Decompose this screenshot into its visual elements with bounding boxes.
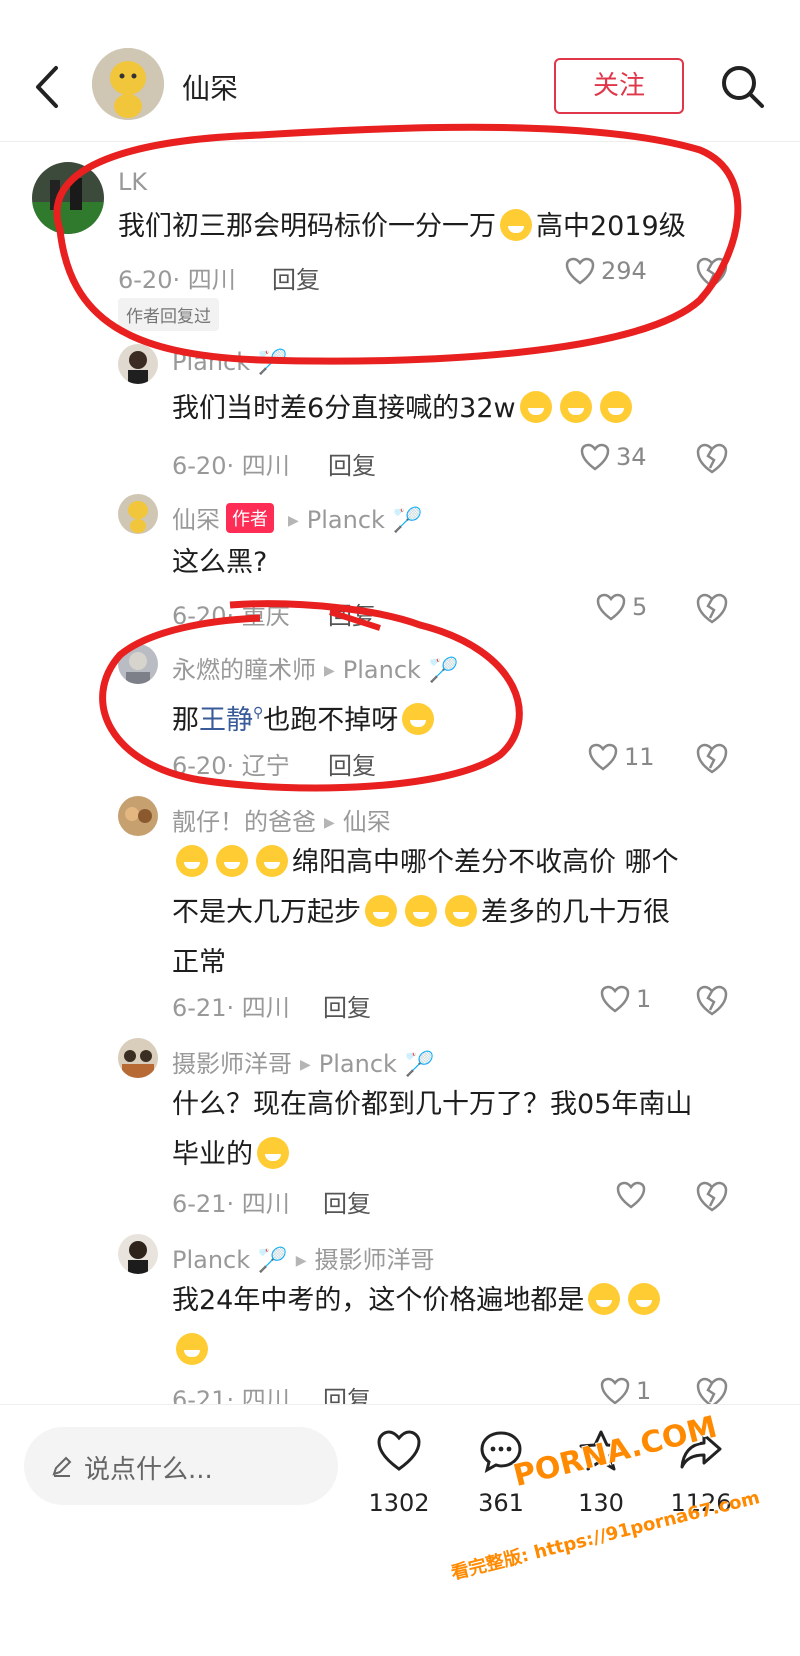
commenter-avatar[interactable] bbox=[118, 494, 158, 534]
search-icon[interactable] bbox=[718, 62, 768, 112]
commenter-avatar[interactable] bbox=[118, 344, 158, 384]
reply-button[interactable]: 回复 bbox=[323, 988, 371, 1023]
like-button[interactable]: 1 bbox=[600, 1376, 651, 1405]
laughing-crying-emoji-icon bbox=[365, 895, 397, 927]
comment-text: 我们当时差6分直接喊的32w bbox=[172, 384, 752, 434]
commenter-name[interactable]: 永燃的瞳术师 ▶ Planck 🏸 bbox=[172, 650, 458, 685]
heart-icon bbox=[580, 443, 610, 471]
commenter-name[interactable]: 靓仔！的爸爸 ▶ 仙罙 bbox=[172, 802, 391, 837]
comment-text: 那王静⚲也跑不掉呀 bbox=[172, 688, 752, 746]
grimacing-sweat-emoji-icon bbox=[599, 391, 632, 423]
commenter-avatar[interactable] bbox=[118, 1038, 158, 1078]
search-small-icon: ⚲ bbox=[253, 705, 264, 721]
badminton-racket-icon: 🏸 bbox=[257, 348, 288, 376]
heart-icon bbox=[596, 593, 626, 621]
commenter-name[interactable]: 摄影师洋哥 ▶ Planck 🏸 bbox=[172, 1044, 434, 1079]
commenter-name[interactable]: 仙罙 作者 ▶ Planck 🏸 bbox=[172, 500, 422, 535]
reply-arrow-icon: ▶ bbox=[295, 1253, 307, 1269]
pencil-icon bbox=[52, 1456, 72, 1477]
heart-icon bbox=[588, 743, 618, 771]
comment-input[interactable]: 说点什么... bbox=[24, 1427, 338, 1505]
comment-text: 这么黑? bbox=[172, 547, 268, 578]
comment-input-placeholder: 说点什么... bbox=[84, 1455, 213, 1485]
grimacing-sweat-emoji-icon bbox=[588, 1283, 621, 1315]
commenter-name[interactable]: Planck 🏸 bbox=[172, 348, 288, 376]
commenter-avatar[interactable] bbox=[118, 644, 158, 684]
like-count: 1302 bbox=[368, 1489, 430, 1517]
like-button[interactable]: 294 bbox=[565, 256, 647, 285]
dislike-icon[interactable] bbox=[695, 984, 729, 1018]
commenter-avatar[interactable] bbox=[118, 1234, 158, 1274]
heart-icon bbox=[377, 1430, 421, 1471]
laughing-crying-emoji-icon bbox=[216, 845, 248, 877]
comment-text: 我24年中考的，这个价格遍地都是 bbox=[172, 1276, 732, 1376]
dislike-icon[interactable] bbox=[695, 742, 729, 776]
heart-icon bbox=[600, 985, 630, 1013]
reply-button[interactable]: 回复 bbox=[328, 746, 376, 781]
top-bar: 仙罙 关注 bbox=[0, 0, 800, 142]
author-avatar[interactable] bbox=[92, 48, 164, 120]
grimacing-sweat-emoji-icon bbox=[176, 1333, 208, 1365]
grimacing-sweat-emoji-icon bbox=[519, 391, 552, 423]
author-tag: 作者 bbox=[226, 503, 274, 533]
reply-button[interactable]: 回复 bbox=[328, 446, 376, 481]
heart-icon bbox=[600, 1377, 630, 1405]
comment-meta: 6-20· 四川 bbox=[118, 266, 236, 294]
search-link[interactable]: 王静 bbox=[199, 705, 253, 736]
dizzy-face-emoji-icon bbox=[402, 703, 435, 735]
like-button[interactable]: 11 bbox=[588, 742, 655, 771]
laughing-crying-emoji-icon bbox=[176, 845, 208, 877]
badminton-racket-icon: 🏸 bbox=[257, 1246, 288, 1274]
dislike-icon[interactable] bbox=[695, 1180, 729, 1214]
comment-text: 绵阳高中哪个差分不收高价 哪个 不是大几万起步 差多的几十万很 正常 bbox=[172, 845, 679, 978]
grimacing-sweat-emoji-icon bbox=[257, 1137, 289, 1169]
like-button[interactable]: 34 bbox=[580, 442, 647, 471]
comment-count: 361 bbox=[478, 1489, 524, 1517]
comment-meta: 6-21· 四川 bbox=[172, 994, 290, 1022]
laughing-crying-emoji-icon bbox=[445, 895, 477, 927]
like-post-button[interactable]: 1302 bbox=[354, 1425, 444, 1525]
heart-icon bbox=[565, 257, 595, 285]
author-replied-badge: 作者回复过 bbox=[118, 298, 219, 331]
back-arrow-icon[interactable] bbox=[30, 62, 64, 112]
grimacing-sweat-emoji-icon bbox=[559, 391, 592, 423]
heart-icon bbox=[616, 1181, 646, 1209]
comment-meta: 6-20· 辽宁 bbox=[172, 752, 290, 780]
commenter-avatar[interactable] bbox=[32, 162, 104, 234]
comment-meta: 6-20· 四川 bbox=[172, 452, 290, 480]
reply-button[interactable]: 回复 bbox=[272, 260, 320, 295]
commenter-name[interactable]: LK bbox=[118, 168, 147, 196]
badminton-racket-icon: 🏸 bbox=[428, 656, 459, 684]
dislike-icon[interactable] bbox=[695, 442, 729, 476]
grimacing-sweat-emoji-icon bbox=[628, 1283, 661, 1315]
laughing-crying-emoji-icon bbox=[256, 845, 288, 877]
follow-button[interactable]: 关注 bbox=[554, 58, 684, 114]
reply-arrow-icon: ▶ bbox=[300, 1057, 311, 1073]
laughing-crying-emoji-icon bbox=[500, 209, 532, 241]
author-name[interactable]: 仙罙 bbox=[182, 67, 238, 107]
badminton-racket-icon: 🏸 bbox=[404, 1050, 435, 1078]
laughing-crying-emoji-icon bbox=[405, 895, 437, 927]
like-button[interactable]: 5 bbox=[596, 592, 647, 621]
reply-arrow-icon: ▶ bbox=[324, 663, 335, 679]
reply-button[interactable]: 回复 bbox=[328, 596, 376, 631]
badminton-racket-icon: 🏸 bbox=[392, 506, 423, 534]
comment-meta: 6-21· 四川 bbox=[172, 1190, 290, 1218]
dislike-icon[interactable] bbox=[695, 256, 729, 290]
comment-text: 什么？现在高价都到几十万了？我05年南山 毕业的 bbox=[172, 1089, 693, 1170]
commenter-avatar[interactable] bbox=[118, 796, 158, 836]
reply-button[interactable]: 回复 bbox=[323, 1184, 371, 1219]
like-button[interactable]: 1 bbox=[600, 984, 651, 1013]
commenter-name[interactable]: Planck 🏸 ▶ 摄影师洋哥 bbox=[172, 1240, 434, 1275]
reply-arrow-icon: ▶ bbox=[288, 513, 299, 529]
dislike-icon[interactable] bbox=[695, 592, 729, 626]
comment-meta: 6-20· 重庆 bbox=[172, 602, 290, 630]
reply-arrow-icon: ▶ bbox=[324, 815, 335, 831]
comment-text: 我们初三那会明码标价一分一万 高中2019级 bbox=[118, 209, 686, 242]
like-button[interactable] bbox=[616, 1180, 652, 1209]
